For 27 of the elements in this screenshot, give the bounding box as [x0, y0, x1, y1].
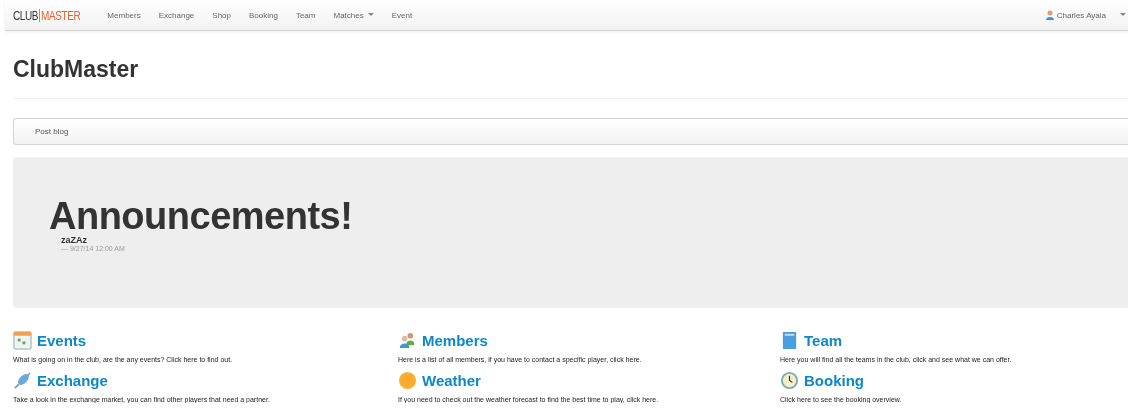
nav-link[interactable]: Team: [286, 10, 325, 20]
feature-link[interactable]: Events: [37, 332, 87, 349]
nav-link[interactable]: Matches: [324, 10, 383, 20]
people-icon: [398, 331, 417, 350]
nav-link[interactable]: Event: [382, 10, 422, 20]
nav-link[interactable]: Shop: [203, 10, 240, 20]
nav-link[interactable]: Booking: [240, 10, 287, 20]
feature-link[interactable]: Weather: [422, 372, 481, 389]
feature-link[interactable]: Exchange: [37, 372, 108, 389]
announcement-title: Announcements!: [49, 197, 354, 235]
announcement-body: zaZAz: [61, 235, 88, 245]
user-menu[interactable]: Charles Ayala: [1045, 10, 1106, 20]
feature-link[interactable]: Members: [422, 332, 488, 349]
book-icon: [780, 331, 799, 350]
caret-icon: [1120, 13, 1126, 17]
subnav-link[interactable]: Post blog: [14, 127, 90, 136]
sun-icon: [398, 371, 417, 390]
calendar-icon: [13, 331, 32, 350]
nav-link[interactable]: Exchange: [149, 10, 204, 20]
feature-link[interactable]: Booking: [804, 372, 864, 389]
logo[interactable]: CLUB MASTER: [13, 8, 81, 22]
caret-icon: [367, 13, 374, 17]
feature-link[interactable]: Team: [804, 332, 843, 349]
page-title: ClubMaster: [13, 31, 1128, 99]
nav-link[interactable]: Members: [98, 10, 150, 20]
user-icon: [1045, 10, 1054, 20]
clock-icon: [780, 371, 799, 390]
